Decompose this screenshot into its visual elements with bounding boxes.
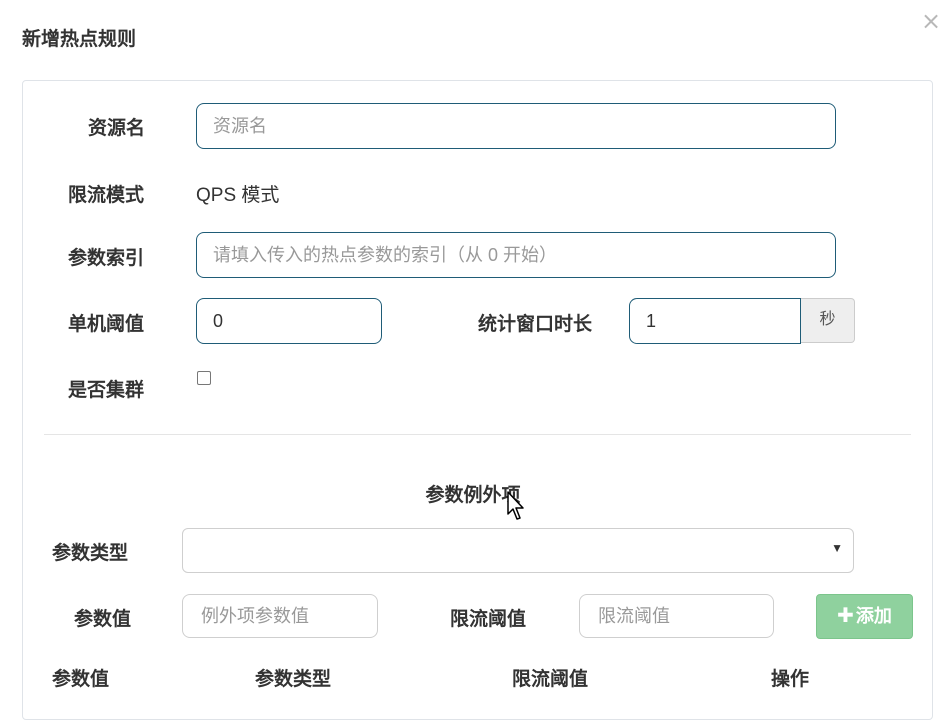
mode-value: QPS 模式 — [196, 185, 280, 206]
add-button-label: 添加 — [855, 606, 892, 626]
dropdown-arrow-icon: ▼ — [831, 541, 843, 555]
param-value-input[interactable]: 例外项参数值 — [182, 594, 378, 638]
close-icon[interactable]: × — [918, 6, 944, 36]
table-header-limit: 限流阈值 — [512, 669, 589, 690]
resource-label: 资源名 — [88, 118, 146, 139]
param-index-label: 参数索引 — [68, 248, 145, 269]
plus-icon: ✚ — [837, 605, 854, 627]
mode-label: 限流模式 — [68, 185, 145, 206]
threshold-label: 单机阈值 — [68, 314, 145, 335]
cluster-checkbox[interactable] — [197, 371, 211, 385]
mouse-cursor-icon — [507, 491, 524, 520]
window-input[interactable]: 1 — [629, 298, 801, 344]
table-header-param-type: 参数类型 — [255, 669, 332, 690]
param-index-input[interactable]: 请填入传入的热点参数的索引（从 0 开始） — [196, 232, 836, 278]
table-header-param-value: 参数值 — [52, 669, 110, 690]
threshold-input[interactable]: 0 — [196, 298, 382, 344]
param-value-label: 参数值 — [74, 609, 132, 630]
resource-input[interactable]: 资源名 — [196, 103, 836, 149]
limit-input[interactable]: 限流阈值 — [579, 594, 774, 638]
limit-label: 限流阈值 — [450, 609, 527, 630]
section-divider — [44, 434, 911, 435]
window-label: 统计窗口时长 — [478, 314, 593, 335]
exceptions-title: 参数例外项 — [425, 485, 521, 506]
cluster-label: 是否集群 — [68, 380, 145, 401]
table-header-action: 操作 — [771, 669, 810, 690]
window-unit-addon: 秒 — [801, 298, 855, 343]
param-type-label: 参数类型 — [52, 543, 129, 564]
add-button[interactable]: ✚ 添加 — [816, 594, 913, 639]
param-type-select[interactable]: ▼ — [182, 528, 854, 573]
dialog-title: 新增热点规则 — [22, 29, 137, 50]
